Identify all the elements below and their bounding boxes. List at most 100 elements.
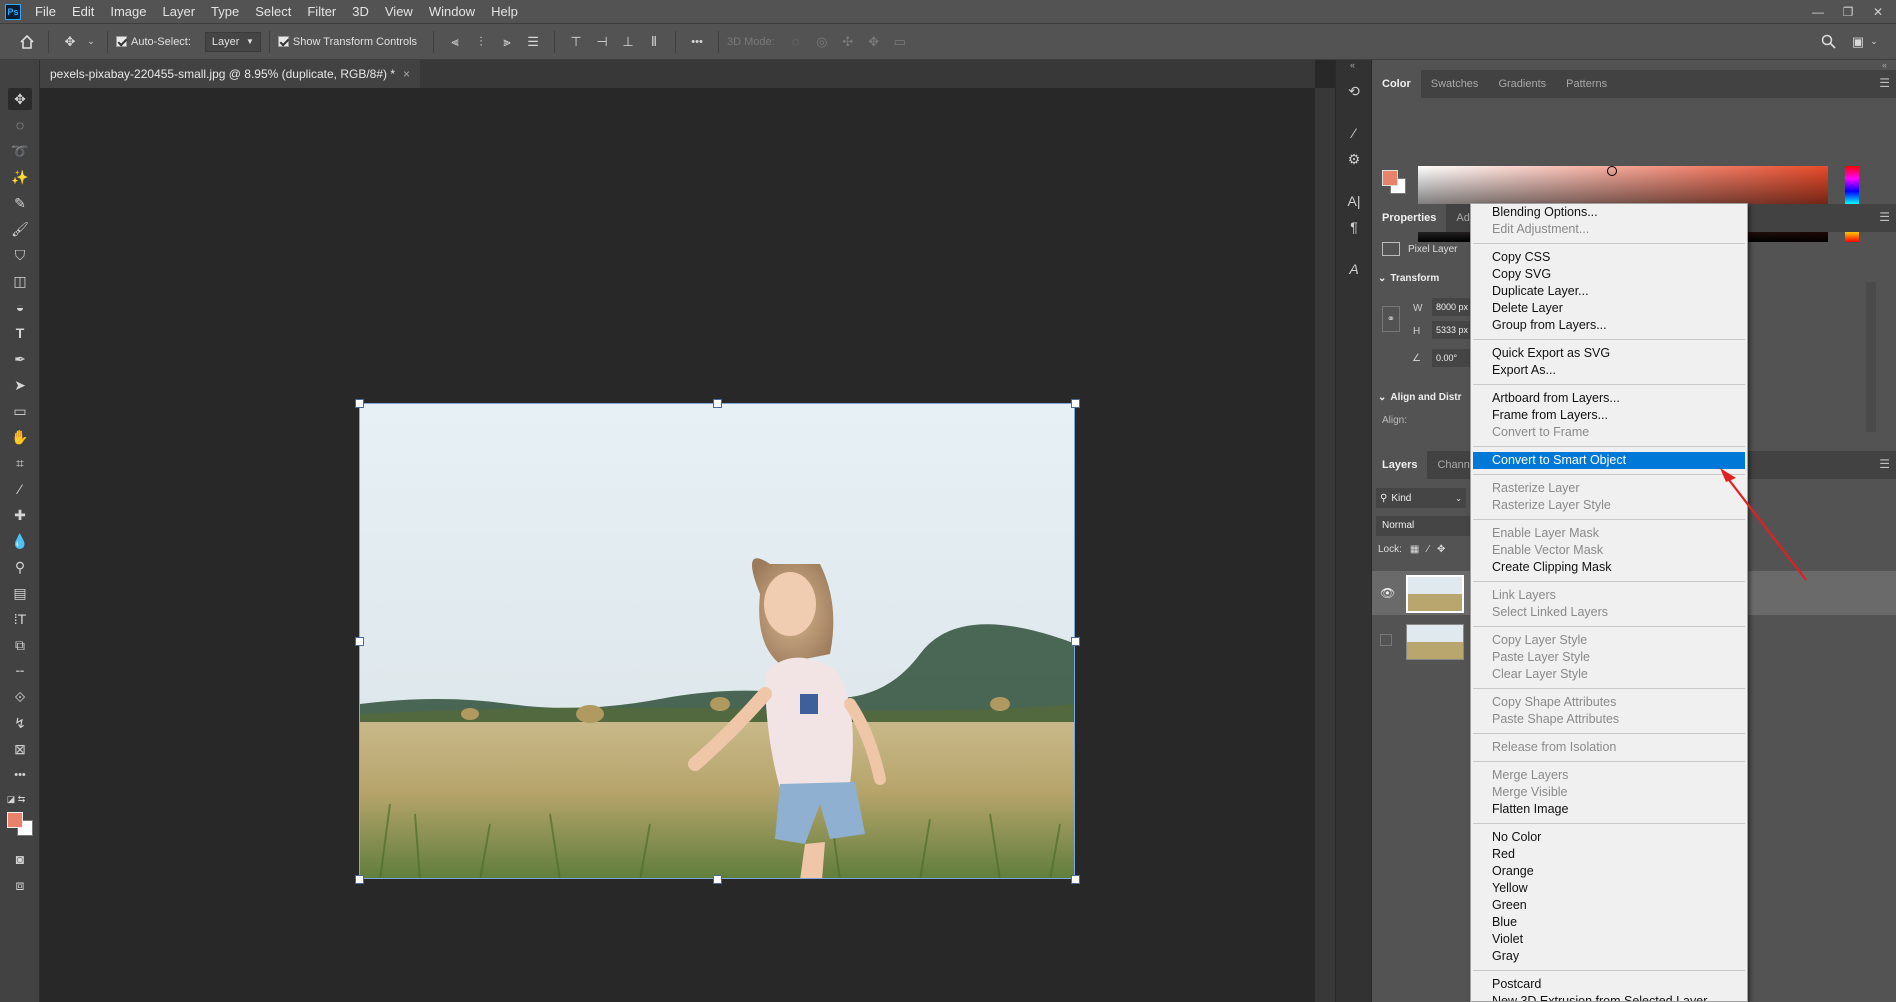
hand-tool-icon[interactable]: ✋	[8, 426, 32, 448]
foreground-color-swatch[interactable]	[1382, 170, 1398, 186]
transform-handle[interactable]	[1071, 875, 1080, 884]
auto-select-checkbox[interactable]	[116, 36, 127, 47]
transform-handle[interactable]	[355, 399, 364, 408]
transform-handle[interactable]	[713, 875, 722, 884]
screen-mode-icon[interactable]: ⧈	[8, 874, 32, 896]
properties-scrollbar[interactable]	[1866, 282, 1876, 432]
align-section[interactable]: ⌄ Align and Distr	[1378, 392, 1462, 403]
menu-item-orange[interactable]: Orange	[1473, 863, 1745, 880]
move-tool-icon[interactable]: ✥	[8, 88, 32, 110]
menu-window[interactable]: Window	[421, 0, 483, 24]
search-icon[interactable]	[1817, 31, 1839, 53]
lasso-tool-icon[interactable]: ➰	[8, 140, 32, 162]
lock-position-icon[interactable]: ✥	[1437, 544, 1445, 555]
magic-wand-tool-icon[interactable]: ✨	[8, 166, 32, 188]
move-tool-icon[interactable]: ✥	[59, 31, 81, 53]
align-top-icon[interactable]: ⊤	[565, 31, 587, 53]
adjustments-panel-icon[interactable]: ⚙	[1343, 148, 1365, 170]
foreground-color-swatch[interactable]	[7, 812, 23, 828]
menu-select[interactable]: Select	[247, 0, 299, 24]
vertical-scrollbar[interactable]	[1315, 88, 1335, 1002]
panel-menu-icon[interactable]: ☰	[1879, 457, 1890, 471]
blur-tool-icon[interactable]: 💧	[8, 530, 32, 552]
3d-pan-icon[interactable]: ✣	[837, 31, 859, 53]
history-panel-icon[interactable]: ⟲	[1343, 80, 1365, 102]
menu-item-flatten-image[interactable]: Flatten Image	[1473, 801, 1745, 818]
align-middle-icon[interactable]: ⊣	[591, 31, 613, 53]
dodge-tool-icon[interactable]: ⚲	[8, 556, 32, 578]
character-panel-icon[interactable]: A|	[1343, 190, 1365, 212]
panel-menu-icon[interactable]: ☰	[1879, 76, 1890, 90]
align-right-icon[interactable]: ⫸	[496, 31, 518, 53]
tab-swatches[interactable]: Swatches	[1421, 70, 1489, 98]
menu-layer[interactable]: Layer	[155, 0, 204, 24]
menu-item-copy-css[interactable]: Copy CSS	[1473, 249, 1745, 266]
menu-item-frame-from-layers[interactable]: Frame from Layers...	[1473, 407, 1745, 424]
eraser-tool-icon[interactable]: ◫	[8, 270, 32, 292]
vertical-type-tool-icon[interactable]: ⁞T	[8, 608, 32, 630]
lock-transparency-icon[interactable]: ▦	[1410, 544, 1419, 555]
frame-tool-icon[interactable]: ⊠	[8, 738, 32, 760]
marquee-tool-icon[interactable]: ◌	[8, 114, 32, 136]
menu-item-copy-svg[interactable]: Copy SVG	[1473, 266, 1745, 283]
document-photo[interactable]	[359, 403, 1075, 879]
align-bottom-icon[interactable]: ⊥	[617, 31, 639, 53]
chevron-down-icon[interactable]: ⌄	[85, 31, 97, 53]
workspace-icon[interactable]: ▣	[1847, 31, 1869, 53]
height-field[interactable]: 5333 px	[1432, 321, 1472, 339]
quick-mask-icon[interactable]: ◙	[8, 848, 32, 870]
menu-item-quick-export-as-svg[interactable]: Quick Export as SVG	[1473, 345, 1745, 362]
canvas-area[interactable]	[40, 88, 1315, 1002]
menu-item-violet[interactable]: Violet	[1473, 931, 1745, 948]
brush-tool-icon[interactable]: 🖌	[8, 218, 32, 240]
color-picker-cursor[interactable]	[1607, 166, 1617, 176]
menu-item-duplicate-layer[interactable]: Duplicate Layer...	[1473, 283, 1745, 300]
menu-item-new-3d-extrusion-from-selected-layer[interactable]: New 3D Extrusion from Selected Layer	[1473, 993, 1745, 1001]
auto-select-target-dropdown[interactable]: Layer ▼	[204, 31, 261, 52]
transform-handle[interactable]	[355, 875, 364, 884]
distribute-vertical-icon[interactable]: ⫴	[643, 31, 665, 53]
menu-item-green[interactable]: Green	[1473, 897, 1745, 914]
rectangle-tool-icon[interactable]: ▭	[8, 400, 32, 422]
paragraph-panel-icon[interactable]: ¶	[1343, 216, 1365, 238]
angle-field[interactable]: 0.00°	[1432, 349, 1472, 367]
link-icon[interactable]: ⚭	[1382, 306, 1400, 332]
menu-item-blue[interactable]: Blue	[1473, 914, 1745, 931]
menu-item-export-as[interactable]: Export As...	[1473, 362, 1745, 379]
transform-handle[interactable]	[355, 637, 364, 646]
3d-roll-icon[interactable]: ◎	[811, 31, 833, 53]
history-brush-icon[interactable]: ↯	[8, 712, 32, 734]
menu-item-blending-options[interactable]: Blending Options...	[1473, 204, 1745, 221]
menu-item-gray[interactable]: Gray	[1473, 948, 1745, 965]
menu-help[interactable]: Help	[483, 0, 526, 24]
menu-view[interactable]: View	[377, 0, 421, 24]
visibility-eye-icon[interactable]: 👁	[1380, 586, 1395, 600]
home-icon[interactable]	[16, 31, 38, 53]
menu-item-postcard[interactable]: Postcard	[1473, 976, 1745, 993]
collapse-icon[interactable]: «	[1350, 60, 1355, 70]
minimize-button[interactable]: —	[1804, 0, 1832, 24]
panel-menu-icon[interactable]: ☰	[1879, 210, 1890, 224]
3d-camera-icon[interactable]: ▭	[889, 31, 911, 53]
visibility-toggle[interactable]	[1380, 634, 1392, 646]
menu-edit[interactable]: Edit	[64, 0, 102, 24]
menu-item-artboard-from-layers[interactable]: Artboard from Layers...	[1473, 390, 1745, 407]
eyedropper-alt-icon[interactable]: ⁄	[8, 478, 32, 500]
glyphs-panel-icon[interactable]: A	[1343, 258, 1365, 280]
crop-tool-icon[interactable]: ⌗	[8, 452, 32, 474]
menu-item-yellow[interactable]: Yellow	[1473, 880, 1745, 897]
brushes-panel-icon[interactable]: ⁄	[1343, 122, 1365, 144]
distribute-icon[interactable]: ☰	[522, 31, 544, 53]
transform-section[interactable]: ⌄ Transform	[1378, 273, 1439, 284]
path-selection-tool-icon[interactable]: ➤	[8, 374, 32, 396]
tab-properties[interactable]: Properties	[1372, 204, 1447, 232]
3d-orbit-icon[interactable]: ◌	[785, 31, 807, 53]
3d-slide-icon[interactable]: ✥	[863, 31, 885, 53]
menu-type[interactable]: Type	[203, 0, 247, 24]
tab-patterns[interactable]: Patterns	[1556, 70, 1617, 98]
menu-3d[interactable]: 3D	[344, 0, 377, 24]
lock-image-icon[interactable]: ⁄	[1427, 544, 1429, 555]
menu-filter[interactable]: Filter	[299, 0, 344, 24]
transform-handle[interactable]	[1071, 637, 1080, 646]
menu-image[interactable]: Image	[102, 0, 154, 24]
